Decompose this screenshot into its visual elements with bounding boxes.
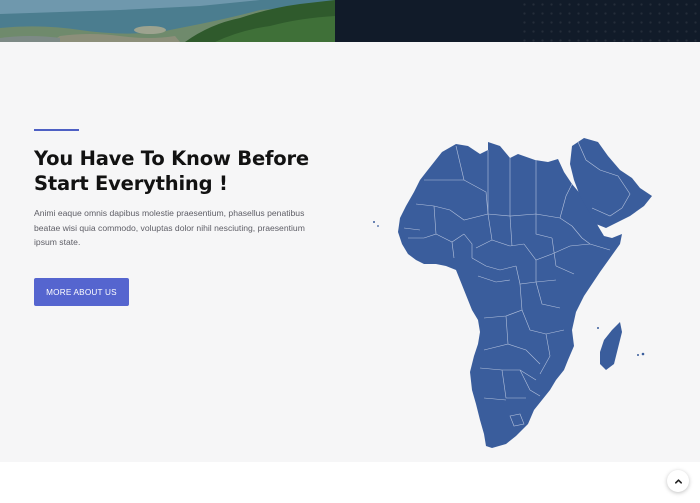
africa-map (360, 134, 660, 454)
chevron-up-icon (674, 478, 682, 484)
madagascar-shape (600, 322, 622, 370)
section-heading: You Have To Know Before Start Everything… (34, 146, 334, 196)
dark-banner (335, 0, 700, 42)
top-banner (0, 0, 700, 42)
heading-line-1: You Have To Know Before (34, 147, 309, 170)
about-section: You Have To Know Before Start Everything… (0, 42, 700, 462)
coastline-photo (0, 0, 335, 42)
next-section-top (0, 462, 700, 503)
heading-line-2: Start Everything ! (34, 172, 228, 195)
heading-accent-line (34, 129, 79, 131)
more-about-us-button[interactable]: MORE ABOUT US (34, 278, 129, 306)
scroll-to-top-button[interactable] (667, 470, 689, 492)
section-description: Animi eaque omnis dapibus molestie praes… (34, 208, 305, 247)
